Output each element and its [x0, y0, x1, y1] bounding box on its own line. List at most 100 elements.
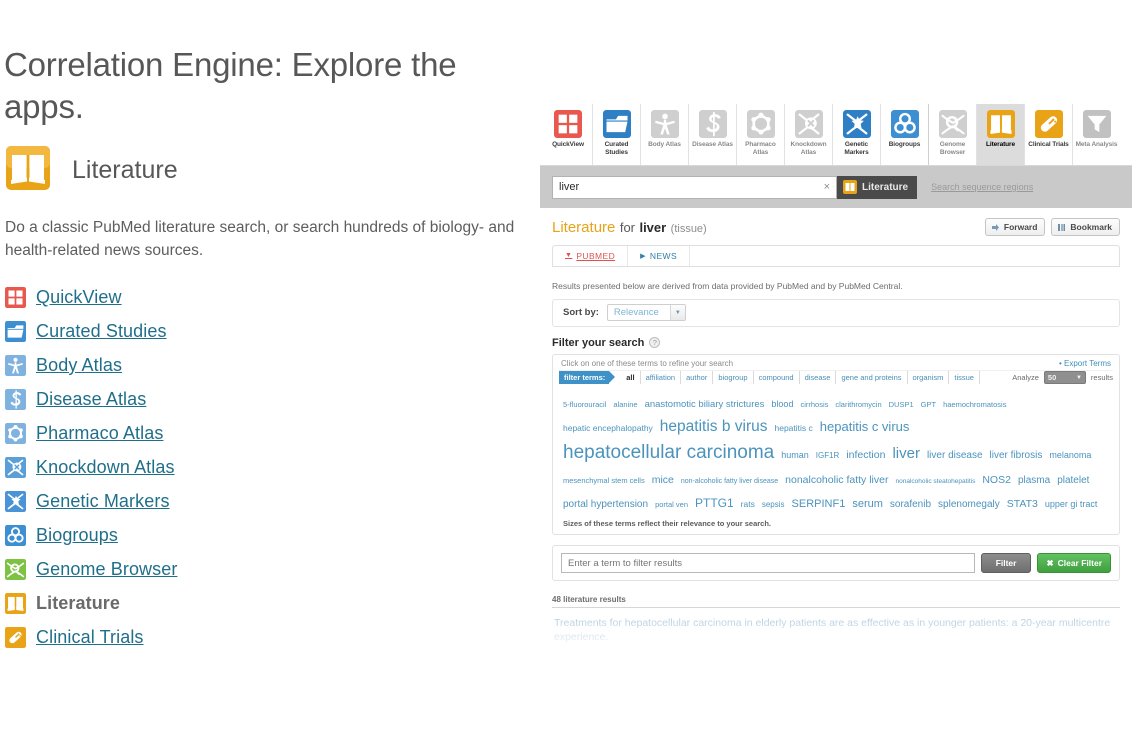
cloud-term[interactable]: nonalcoholic fatty liver — [785, 473, 888, 489]
cloud-term[interactable]: liver fibrosis — [990, 448, 1043, 463]
cloud-term[interactable]: portal hypertension — [563, 497, 648, 512]
cloud-term[interactable]: NOS2 — [982, 473, 1011, 489]
cloud-term[interactable]: sepsis — [762, 499, 785, 511]
sort-select[interactable]: Relevance ▼ — [606, 304, 686, 321]
app-link-item[interactable]: Knockdown Atlas — [5, 450, 526, 484]
app-link-label[interactable]: Biogroups — [36, 525, 118, 546]
app-link-label[interactable]: Knockdown Atlas — [36, 457, 175, 478]
facet-author[interactable]: author — [681, 371, 714, 384]
search-input[interactable]: liver × — [552, 175, 837, 199]
facet-tissue[interactable]: tissue — [949, 371, 980, 384]
filter-heading: Filter your search — [552, 336, 645, 349]
cloud-term[interactable]: serum — [852, 496, 883, 513]
cloud-term[interactable]: clarithromycin — [835, 399, 881, 410]
cloud-term[interactable]: blood — [771, 398, 793, 412]
facet-biogroup[interactable]: biogroup — [713, 371, 754, 384]
filter-button[interactable]: Filter — [980, 553, 1032, 573]
search-app-button[interactable]: Literature — [837, 175, 918, 199]
app-link-item[interactable]: Curated Studies — [5, 314, 526, 348]
cloud-term[interactable]: PTTG1 — [695, 494, 734, 512]
app-link-label[interactable]: Genetic Markers — [36, 491, 170, 512]
cloud-term[interactable]: nonalcoholic steatohepatitis — [895, 477, 975, 487]
meta-analysis-icon — [1082, 110, 1111, 138]
cloud-term[interactable]: hepatic encephalopathy — [563, 422, 653, 435]
app-link-item[interactable]: Disease Atlas — [5, 382, 526, 416]
cloud-term[interactable]: hepatitis c virus — [820, 417, 910, 437]
cloud-term[interactable]: GPT — [921, 399, 936, 410]
app-toolbar-item-label: Genetic Markers — [844, 141, 869, 156]
app-link-item[interactable]: Genetic Markers — [5, 484, 526, 518]
app-toolbar-item-genetic-markers[interactable]: Genetic Markers — [832, 104, 880, 165]
facet-gene-and-proteins[interactable]: gene and proteins — [836, 371, 908, 384]
cloud-term[interactable]: liver disease — [927, 448, 983, 463]
cloud-term[interactable]: haemochromatosis — [943, 399, 1006, 410]
cloud-term[interactable]: splenomegaly — [938, 497, 1000, 512]
cloud-term[interactable]: melanoma — [1049, 449, 1091, 463]
facet-organism[interactable]: organism — [908, 371, 950, 384]
analyze-count-select[interactable]: 50 ▼ — [1043, 371, 1086, 384]
app-toolbar-item-biogroups[interactable]: Biogroups — [880, 104, 928, 165]
clear-filter-button[interactable]: ✖ Clear Filter — [1037, 553, 1111, 573]
facet-affiliation[interactable]: affiliation — [641, 371, 682, 384]
cloud-term[interactable]: IGF1R — [816, 450, 840, 462]
cloud-term[interactable]: mesenchymal stem cells — [563, 475, 645, 486]
result-title[interactable]: Treatments for hepatocellular carcinoma … — [554, 616, 1118, 644]
clear-search-icon[interactable]: × — [820, 181, 830, 193]
app-toolbar-item-quickview[interactable]: QuickView — [544, 104, 592, 165]
app-toolbar-item-literature[interactable]: Literature — [976, 104, 1024, 165]
cloud-term[interactable]: platelet — [1057, 473, 1089, 488]
cloud-term[interactable]: mice — [652, 473, 674, 489]
cloud-term[interactable]: hepatitis b virus — [660, 415, 768, 438]
app-link-item[interactable]: Pharmaco Atlas — [5, 416, 526, 450]
facet-all[interactable]: all — [621, 371, 641, 384]
source-tab-pubmed[interactable]: ▼ PUBMED — [553, 245, 629, 266]
facet-compound[interactable]: compound — [754, 371, 800, 384]
app-link-item[interactable]: Body Atlas — [5, 348, 526, 382]
cloud-term[interactable]: DUSP1 — [889, 399, 914, 410]
cloud-term[interactable]: human — [781, 449, 809, 463]
app-link-label[interactable]: Disease Atlas — [36, 389, 146, 410]
cloud-term[interactable]: plasma — [1018, 473, 1050, 488]
app-toolbar-item-curated-studies[interactable]: Curated Studies — [592, 104, 640, 165]
bookmark-icon — [1057, 223, 1066, 232]
help-icon[interactable]: ? — [649, 337, 661, 348]
book-icon — [843, 180, 857, 194]
cloud-term[interactable]: liver — [892, 443, 920, 466]
search-sequence-regions-link[interactable]: Search sequence regions — [931, 182, 1033, 192]
cloud-term[interactable]: SERPINF1 — [792, 496, 846, 513]
app-link-label[interactable]: QuickView — [36, 287, 122, 308]
cloud-term[interactable]: STAT3 — [1007, 497, 1038, 513]
cloud-term[interactable]: infection — [846, 448, 885, 464]
cloud-term[interactable]: hepatocellular carcinoma — [563, 439, 774, 468]
export-terms-link[interactable]: • Export Terms — [1059, 359, 1111, 368]
forward-button[interactable]: Forward — [984, 218, 1046, 236]
app-link-label[interactable]: Genome Browser — [36, 559, 177, 580]
app-link-item[interactable]: QuickView — [5, 280, 526, 314]
app-link-label[interactable]: Pharmaco Atlas — [36, 423, 163, 444]
cloud-term[interactable]: portal ven — [655, 499, 688, 510]
app-link-label[interactable]: Body Atlas — [36, 355, 122, 376]
cloud-term[interactable]: upper gi tract — [1045, 498, 1098, 512]
app-link-item[interactable]: Clinical Trials — [5, 620, 526, 654]
bookmark-label: Bookmark — [1070, 222, 1112, 232]
cloud-term[interactable]: anastomotic biliary strictures — [645, 398, 765, 412]
cloud-term[interactable]: rats — [741, 498, 755, 511]
filter-term-input[interactable] — [561, 553, 975, 573]
app-toolbar-item-genome-browser: Genome Browser — [928, 104, 976, 165]
app-link-label[interactable]: Curated Studies — [36, 321, 167, 342]
app-link-item[interactable]: Genome Browser — [5, 552, 526, 586]
app-link-item[interactable]: Biogroups — [5, 518, 526, 552]
cloud-term[interactable]: alanine — [613, 399, 637, 410]
cloud-term[interactable]: sorafenib — [890, 497, 931, 512]
app-toolbar-item-clinical-trials[interactable]: Clinical Trials — [1024, 104, 1072, 165]
facet-bar: filter terms: all affiliation author biogro… — [559, 369, 1113, 385]
facet-disease[interactable]: disease — [800, 371, 837, 384]
cloud-term[interactable]: non-alcoholic fatty liver disease — [681, 477, 778, 488]
bookmark-button[interactable]: Bookmark — [1051, 218, 1120, 236]
app-link-label[interactable]: Clinical Trials — [36, 627, 144, 648]
source-tab-news[interactable]: ▶ NEWS — [628, 245, 691, 266]
cloud-term[interactable]: hepatitis c — [775, 422, 813, 435]
cloud-term[interactable]: cirrhosis — [800, 399, 828, 410]
cloud-term[interactable]: 5-fluorouracil — [563, 399, 606, 410]
analyze-count-value: 50 — [1047, 373, 1057, 382]
